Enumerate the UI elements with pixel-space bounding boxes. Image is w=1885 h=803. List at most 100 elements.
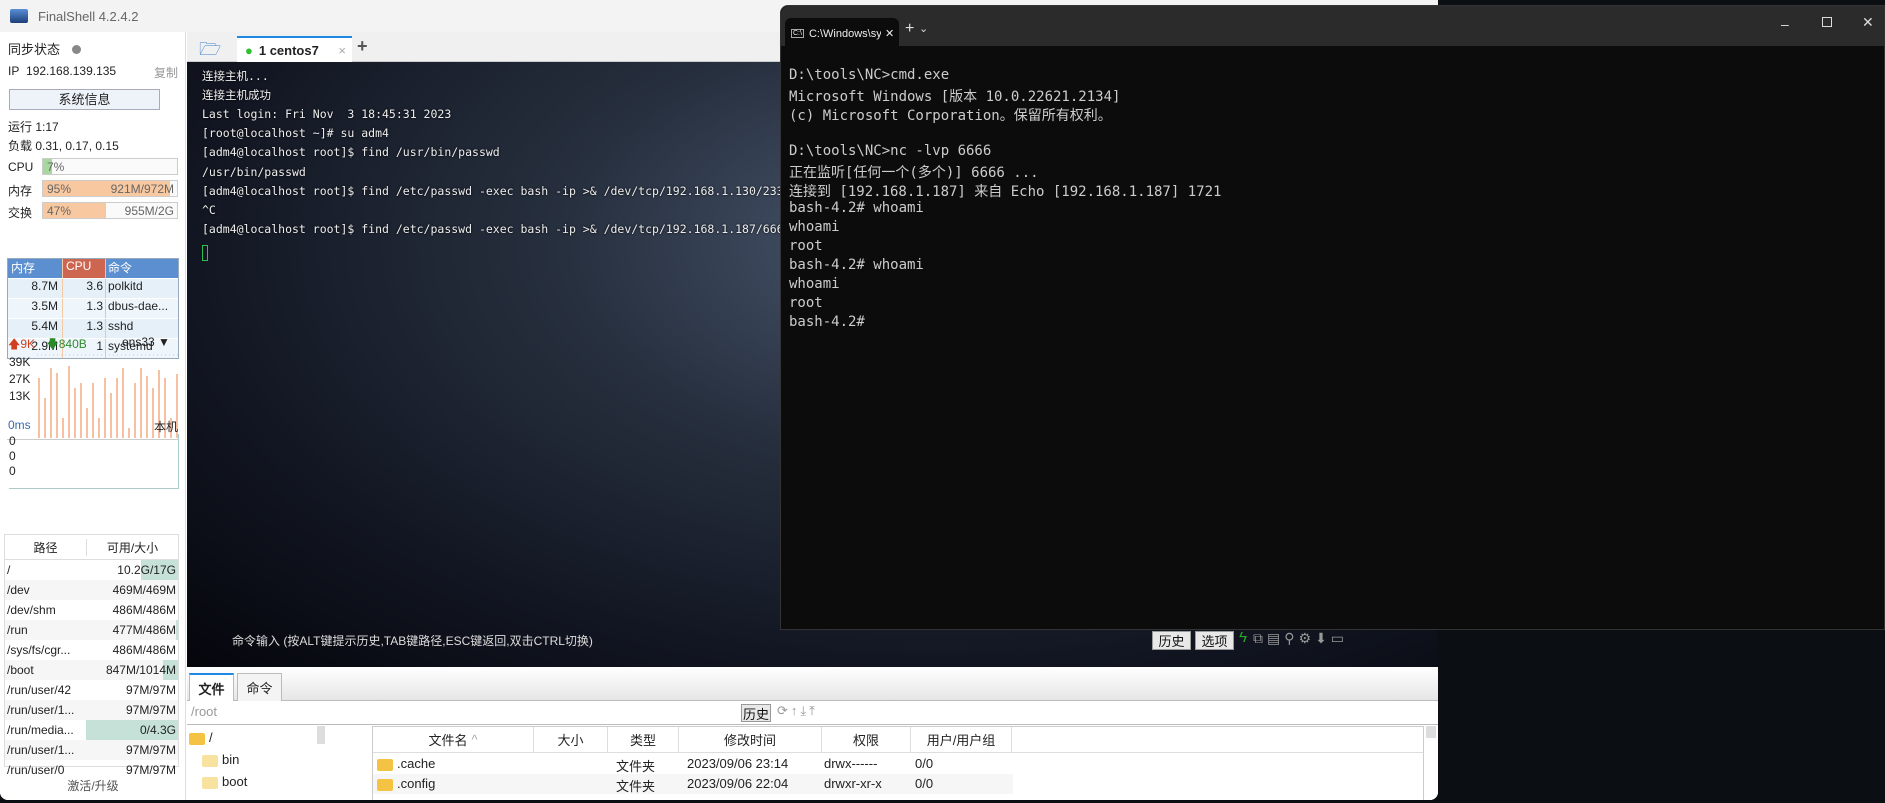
- file-row[interactable]: .cache 文件夹 2023/09/06 23:14 drwx------ 0/0: [373, 754, 1013, 774]
- col-header[interactable]: 类型: [608, 727, 679, 752]
- file-row[interactable]: .config 文件夹 2023/09/06 22:04 drwxr-xr-x 0/0: [373, 774, 1013, 794]
- folder-icon: [377, 778, 393, 791]
- options-button[interactable]: 选项: [1195, 631, 1234, 650]
- cell-text: drwx------: [824, 756, 878, 771]
- path-input[interactable]: /root: [191, 704, 791, 719]
- disk-row[interactable]: /dev 469M/469M: [5, 580, 178, 600]
- up-dir-icon[interactable]: ↑: [791, 703, 801, 718]
- download-icon[interactable]: ⬇: [1315, 630, 1331, 646]
- col-mem[interactable]: 内存: [8, 259, 63, 278]
- file-owner: 0/0: [915, 756, 933, 771]
- close-icon[interactable]: ×: [338, 43, 346, 58]
- lightning-icon[interactable]: ϟ: [1239, 629, 1247, 646]
- col-header[interactable]: 用户/用户组: [911, 727, 1012, 752]
- path-history-button[interactable]: 历史: [741, 704, 771, 722]
- disk-path: /dev: [7, 583, 30, 597]
- upload-file-icon[interactable]: ⤒: [809, 703, 818, 718]
- copy-icon[interactable]: ⧉: [1253, 630, 1267, 646]
- cmd-line: bash-4.2#: [789, 314, 865, 330]
- disk-size: 97M/97M: [125, 763, 176, 777]
- cmd-tab[interactable]: C:\ C:\Windows\system32\cmd.e: ✕: [785, 18, 899, 49]
- col-size[interactable]: 可用/大小: [87, 539, 178, 556]
- sysinfo-button[interactable]: 系统信息: [9, 89, 160, 110]
- process-row[interactable]: 3.5M 1.3 dbus-dae...: [8, 298, 178, 318]
- tab-files[interactable]: 文件: [189, 673, 234, 701]
- disk-row[interactable]: /boot 847M/1014M: [5, 660, 178, 680]
- tree-item[interactable]: /: [189, 730, 213, 745]
- ip-row: IP 192.168.139.135 复制: [8, 64, 178, 81]
- cmd-line: whoami: [789, 276, 840, 292]
- download-file-icon[interactable]: ⤓: [800, 703, 809, 718]
- proc-mem: 8.7M: [8, 279, 63, 298]
- cpu-percent: 7%: [47, 160, 65, 174]
- cpu-bar: 7%: [42, 158, 178, 175]
- process-row[interactable]: 8.7M 3.6 polkitd: [8, 278, 178, 298]
- history-button[interactable]: 历史: [1152, 631, 1191, 650]
- tree-item[interactable]: bin: [202, 752, 239, 767]
- disk-row[interactable]: /run 477M/486M: [5, 620, 178, 640]
- refresh-icon[interactable]: ⟳: [777, 703, 791, 718]
- ping-graph: 000: [9, 434, 179, 489]
- terminal-cursor: [202, 245, 208, 261]
- tab-dropdown-icon[interactable]: ⌄: [919, 22, 928, 35]
- close-tab-icon[interactable]: ✕: [885, 27, 894, 40]
- disk-row[interactable]: /run/user/1... 97M/97M: [5, 740, 178, 760]
- col-path[interactable]: 路径: [5, 538, 87, 556]
- col-header[interactable]: 权限: [822, 727, 911, 752]
- file-perm: drwx------: [824, 756, 877, 771]
- copy-ip-link[interactable]: 复制: [154, 64, 178, 81]
- proc-cmd: dbus-dae...: [108, 299, 169, 313]
- tab-centos7[interactable]: ● 1 centos7 ×: [237, 36, 352, 63]
- download-arrow-icon: 🡇: [46, 337, 59, 351]
- disk-row[interactable]: /run/user/42 97M/97M: [5, 680, 178, 700]
- col-cpu[interactable]: CPU: [63, 259, 106, 278]
- add-tab-button[interactable]: +: [357, 36, 368, 57]
- disk-size: 486M/486M: [112, 643, 176, 657]
- col-cmd[interactable]: 命令: [106, 259, 178, 278]
- minimize-button[interactable]: –: [1781, 16, 1789, 32]
- disk-row[interactable]: / 10.2G/17G: [5, 560, 178, 580]
- col-header[interactable]: 修改时间: [679, 727, 822, 752]
- activate-link[interactable]: 激活/升级: [0, 777, 186, 794]
- new-tab-button[interactable]: +: [905, 20, 914, 38]
- close-window-button[interactable]: ✕: [1862, 14, 1874, 31]
- disk-row[interactable]: /sys/fs/cgr... 486M/486M: [5, 640, 178, 660]
- disk-path: /run/user/42: [7, 683, 72, 697]
- cmd-tab-title: C:\Windows\system32\cmd.e:: [808, 27, 881, 40]
- col-header[interactable]: 文件名 ^: [373, 727, 534, 752]
- tab-commands[interactable]: 命令: [237, 673, 282, 701]
- iface-select[interactable]: ens33 ▼: [122, 335, 170, 349]
- search-icon[interactable]: ⚲: [1284, 630, 1298, 646]
- disk-path: /sys/fs/cgr...: [7, 643, 71, 657]
- command-input[interactable]: 命令输入 (按ALT键提示历史,TAB键路径,ESC键返回,双击CTRL切换): [232, 632, 593, 649]
- disk-path: /run/user/1...: [7, 703, 75, 717]
- tab-label: 1 centos7: [258, 43, 319, 58]
- disk-size: 97M/97M: [125, 703, 176, 717]
- cell-text: 0/0: [915, 776, 934, 791]
- tree-scrollbar[interactable]: [317, 726, 325, 744]
- terminal-line: [adm4@localhost root]$ find /usr/bin/pas…: [202, 145, 500, 160]
- list-scrollbar[interactable]: [1426, 726, 1436, 738]
- cmd-line: bash-4.2# whoami: [789, 257, 924, 273]
- folder-icon: [189, 732, 205, 745]
- disk-row[interactable]: /run/user/1... 97M/97M: [5, 700, 178, 720]
- ping-host[interactable]: 本机: [154, 418, 178, 435]
- tree-item[interactable]: boot: [202, 774, 247, 789]
- sync-status[interactable]: 同步状态: [8, 39, 81, 58]
- cmd-line: 正在监听[任何一个(多个)] 6666 ...: [789, 165, 1039, 181]
- col-header[interactable]: 大小: [534, 727, 608, 752]
- cell-text: .cache: [397, 756, 436, 771]
- proc-cpu: 3.6: [63, 279, 106, 298]
- disk-row[interactable]: /dev/shm 486M/486M: [5, 600, 178, 620]
- disk-size: 97M/97M: [125, 743, 176, 757]
- disk-row[interactable]: /run/media... 0/4.3G: [5, 720, 178, 740]
- window-icon[interactable]: ▭: [1331, 630, 1348, 646]
- swap-percent: 47%: [47, 204, 72, 218]
- maximize-button[interactable]: [1822, 17, 1832, 27]
- uptime: 运行 1:17: [8, 120, 59, 134]
- gear-icon[interactable]: ⚙: [1299, 630, 1316, 646]
- tick: 13K: [9, 389, 31, 403]
- tick: 0: [9, 434, 16, 448]
- paste-icon[interactable]: ▤: [1267, 630, 1284, 646]
- tick: 0: [9, 449, 16, 463]
